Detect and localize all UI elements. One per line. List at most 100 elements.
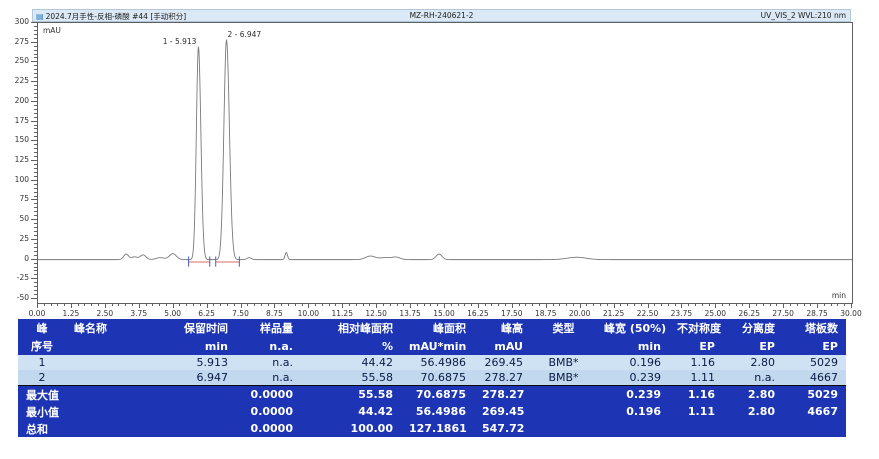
x-minor-tick	[281, 304, 282, 306]
col-header-rel_area: 相对峰面积	[301, 319, 401, 337]
x-tick	[478, 304, 479, 308]
chart-header-bar: ▤2024.7月手性-反相-磷酸 #44 [手动积分] MZ-RH-240621…	[32, 9, 851, 22]
summary-cell-rt	[148, 386, 236, 404]
x-minor-tick	[844, 304, 845, 306]
cell-height: 269.45	[474, 355, 531, 370]
y-minor-tick	[34, 69, 37, 70]
col-header-asym: EP	[669, 337, 723, 355]
y-minor-tick	[34, 231, 37, 232]
y-tick-label: 150	[3, 135, 29, 144]
chromatogram-plot-area[interactable]: mAU min	[37, 22, 853, 304]
x-tick-label: 8.75	[257, 309, 291, 318]
summary-cell-width50: 0.196	[596, 403, 669, 420]
x-tick	[580, 304, 581, 308]
x-tick-label: 7.50	[224, 309, 258, 318]
y-axis-unit-label: mAU	[43, 26, 61, 35]
y-tick-label: 0	[3, 254, 29, 263]
cell-res: n.a.	[723, 370, 783, 386]
summary-cell-rt	[148, 403, 236, 420]
cell-asym: 1.16	[669, 355, 723, 370]
x-minor-tick	[837, 304, 838, 306]
col-header-res: EP	[723, 337, 783, 355]
x-tick	[444, 304, 445, 308]
col-header-rt: min	[148, 337, 236, 355]
y-tick	[31, 259, 37, 260]
x-minor-tick	[539, 304, 540, 306]
x-minor-tick	[634, 304, 635, 306]
x-tick-label: 2.50	[88, 309, 122, 318]
summary-cell-amount: 0.0000	[236, 420, 301, 437]
summary-cell-type	[531, 386, 596, 404]
x-minor-tick	[363, 304, 364, 306]
y-minor-tick	[34, 34, 37, 35]
summary-cell-type	[531, 403, 596, 420]
x-minor-tick	[200, 304, 201, 306]
y-minor-tick	[34, 128, 37, 129]
x-minor-tick	[485, 304, 486, 306]
summary-cell-width50	[596, 420, 669, 437]
summary-cell-plates: 5029	[783, 386, 846, 404]
x-tick-label: 17.50	[495, 309, 529, 318]
cell-name	[66, 370, 148, 386]
x-axis-unit-label: min	[832, 291, 846, 300]
y-minor-tick	[34, 148, 37, 149]
detector-channel-label: UV_VIS_2 WVL:210 nm	[761, 11, 846, 20]
y-minor-tick	[34, 73, 37, 74]
x-minor-tick	[451, 304, 452, 306]
y-minor-tick	[34, 38, 37, 39]
x-minor-tick	[112, 304, 113, 306]
x-minor-tick	[125, 304, 126, 306]
y-tick-label: 100	[3, 175, 29, 184]
peak-row-1[interactable]: 15.913n.a.44.4256.4986269.45BMB*0.1961.1…	[18, 355, 846, 370]
summary-cell-width50: 0.239	[596, 386, 669, 404]
header-row: 序号minn.a.%mAU*minmAUminEPEPEP	[18, 337, 846, 355]
injection-icon: ▤	[36, 12, 44, 21]
x-minor-tick	[179, 304, 180, 306]
sample-name: MZ-RH-240621-2	[410, 11, 474, 20]
peak-row-2[interactable]: 26.947n.a.55.5870.6875278.27BMB*0.2391.1…	[18, 370, 846, 386]
y-tick	[31, 42, 37, 43]
cell-rel_area: 55.58	[301, 370, 401, 386]
x-tick-label: 21.25	[597, 309, 631, 318]
x-tick-label: 11.25	[325, 309, 359, 318]
x-minor-tick	[78, 304, 79, 306]
cell-no: 2	[18, 370, 66, 386]
y-minor-tick	[34, 93, 37, 94]
col-header-name: 峰名称	[66, 319, 148, 337]
x-minor-tick	[84, 304, 85, 306]
peak-results-table: 峰峰名称保留时间样品量相对峰面积峰面积峰高类型峰宽 (50%)不对称度分离度塔板…	[18, 319, 846, 437]
x-tick	[681, 304, 682, 308]
cell-plates: 4667	[783, 370, 846, 386]
summary-cell-amount: 0.0000	[236, 386, 301, 404]
summary-cell-height: 547.72	[474, 420, 531, 437]
summary-cell-asym: 1.11	[669, 403, 723, 420]
summary-label: 最小值	[18, 403, 148, 420]
x-minor-tick	[763, 304, 764, 306]
x-minor-tick	[98, 304, 99, 306]
x-minor-tick	[566, 304, 567, 306]
x-minor-tick	[234, 304, 235, 306]
x-minor-tick	[675, 304, 676, 306]
col-header-name	[66, 337, 148, 355]
y-minor-tick	[34, 152, 37, 153]
x-tick-label: 27.50	[766, 309, 800, 318]
x-minor-tick	[627, 304, 628, 306]
y-minor-tick	[34, 235, 37, 236]
x-minor-tick	[302, 304, 303, 306]
summary-row: 最小值0.000044.4256.4986269.450.1961.112.80…	[18, 403, 846, 420]
y-tick	[31, 160, 37, 161]
x-minor-tick	[44, 304, 45, 306]
x-minor-tick	[247, 304, 248, 306]
y-minor-tick	[34, 207, 37, 208]
x-minor-tick	[505, 304, 506, 306]
summary-cell-area: 56.4986	[401, 403, 474, 420]
x-minor-tick	[553, 304, 554, 306]
y-minor-tick	[34, 50, 37, 51]
y-tick	[31, 239, 37, 240]
x-tick-label: 10.00	[291, 309, 325, 318]
summary-cell-type	[531, 420, 596, 437]
x-minor-tick	[288, 304, 289, 306]
x-tick	[817, 304, 818, 308]
x-minor-tick	[790, 304, 791, 306]
y-minor-tick	[34, 251, 37, 252]
